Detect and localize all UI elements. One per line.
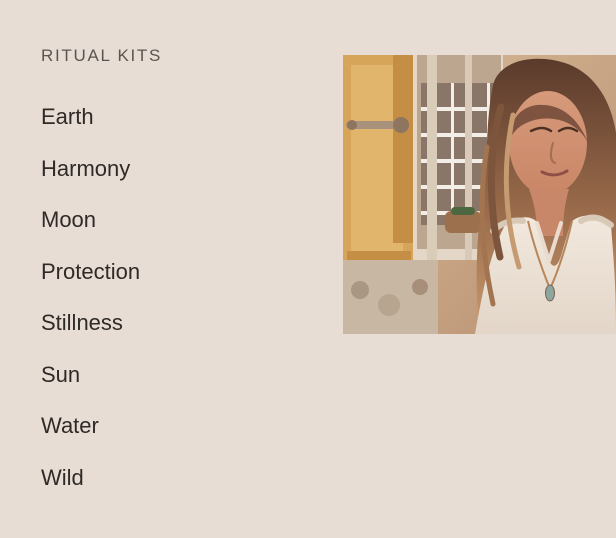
ritual-kit-link-harmony[interactable]: Harmony [41,156,130,181]
menu-item-water: Water [41,414,301,466]
menu-item-stillness: Stillness [41,311,301,363]
menu-item-earth: Earth [41,105,301,157]
menu-item-sun: Sun [41,362,301,415]
ritual-kits-menu: RITUAL KITS Earth Harmony Moon Protectio… [41,44,301,517]
ritual-kit-link-wild[interactable]: Wild [41,465,84,490]
ritual-kits-heading: RITUAL KITS [41,46,163,65]
menu-item-moon: Moon [41,208,301,260]
ritual-kits-list: Earth Harmony Moon Protection Stillness … [41,105,301,517]
ritual-kit-link-stillness[interactable]: Stillness [41,311,123,335]
ritual-kit-link-protection[interactable]: Protection [41,259,140,284]
featured-photo [343,55,616,334]
ritual-kit-link-earth[interactable]: Earth [41,105,94,129]
menu-item-protection: Protection [41,259,301,312]
ritual-kit-link-moon[interactable]: Moon [41,208,96,232]
ritual-kit-link-sun[interactable]: Sun [41,362,80,387]
menu-item-wild: Wild [41,465,301,518]
menu-item-harmony: Harmony [41,156,301,209]
ritual-kit-link-water[interactable]: Water [41,414,99,438]
